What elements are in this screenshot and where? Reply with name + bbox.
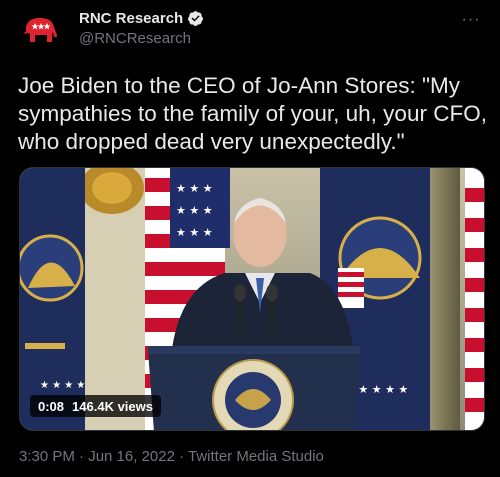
avatar[interactable] bbox=[18, 8, 62, 52]
tweet-text: Joe Biden to the CEO of Jo-Ann Stores: "… bbox=[18, 73, 487, 154]
video-stats-badge: 0:08 146.4K views bbox=[30, 395, 161, 417]
verified-badge-icon bbox=[188, 11, 204, 26]
video-duration: 0:08 bbox=[38, 398, 65, 414]
gop-elephant-icon bbox=[24, 18, 57, 42]
author-names: RNC Research @RNCResearch bbox=[79, 10, 204, 47]
video-frame: ★ ★ ★ ★ ★ ★ ★ ★ ★ ★ ★ ★ ★ ★ ★ ★ ★ ★ bbox=[20, 168, 484, 430]
display-name-text: RNC Research bbox=[79, 10, 184, 27]
tweet-timestamp[interactable]: 3:30 PM · Jun 16, 2022 · Twitter Media S… bbox=[19, 448, 324, 465]
tweet-header: RNC Research @RNCResearch ··· bbox=[18, 8, 482, 52]
more-options-icon[interactable]: ··· bbox=[460, 10, 482, 30]
svg-text:★ ★ ★: ★ ★ ★ bbox=[176, 226, 213, 239]
video-player[interactable]: ★ ★ ★ ★ ★ ★ ★ ★ ★ ★ ★ ★ ★ ★ ★ ★ ★ ★ 0:08… bbox=[19, 167, 485, 431]
svg-text:★ ★ ★: ★ ★ ★ bbox=[176, 182, 213, 195]
author-handle[interactable]: @RNCResearch bbox=[79, 30, 204, 47]
svg-text:★ ★ ★ ★: ★ ★ ★ ★ bbox=[40, 380, 85, 391]
svg-text:★ ★ ★: ★ ★ ★ bbox=[176, 204, 213, 217]
author-display-name[interactable]: RNC Research bbox=[79, 10, 204, 27]
video-views: 146.4K views bbox=[72, 398, 153, 414]
